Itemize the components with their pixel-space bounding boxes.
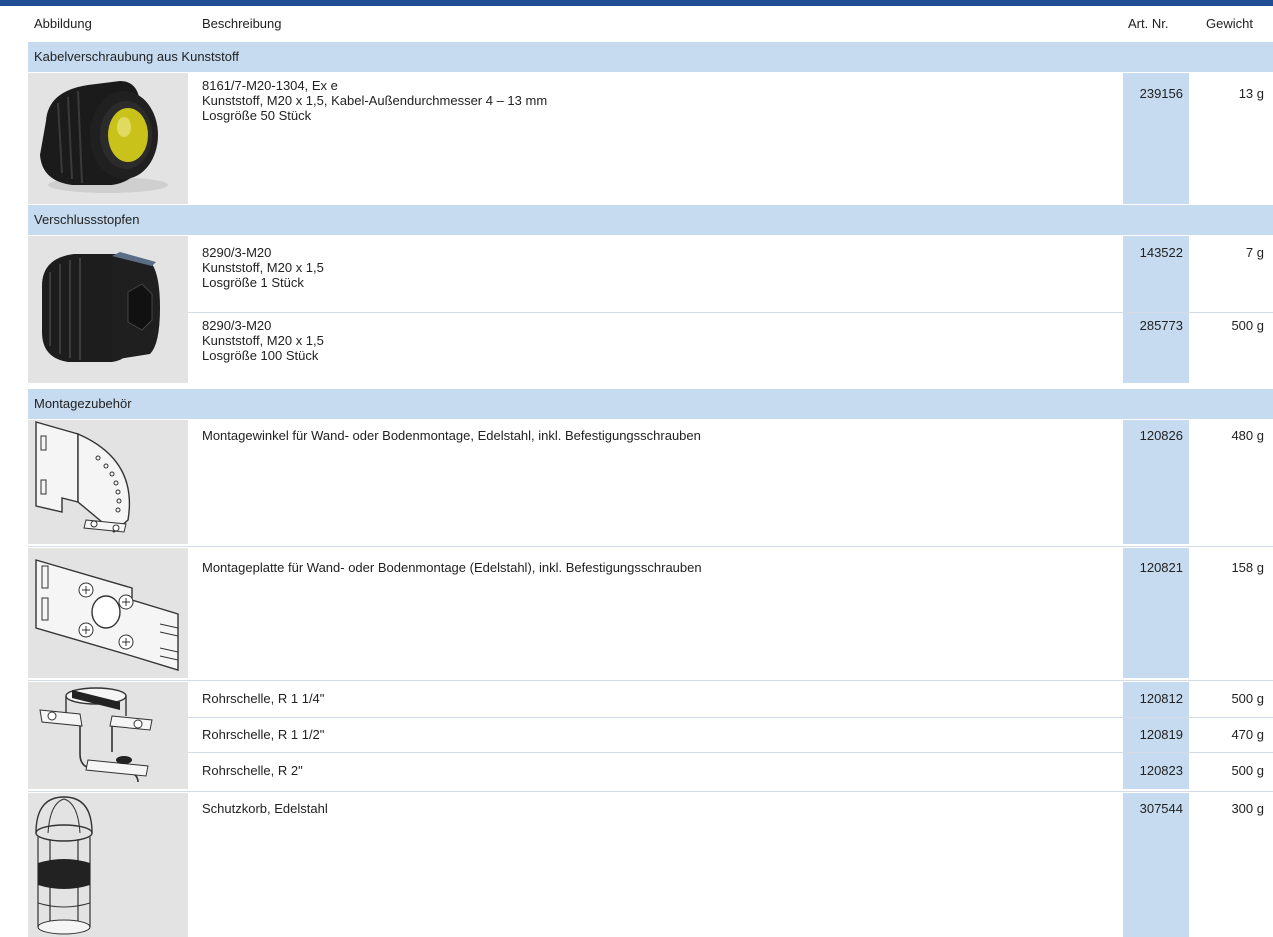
weight-value: 500 g (1231, 318, 1264, 333)
header-weight-column: Gewicht (1206, 16, 1253, 31)
description-line: Rohrschelle, R 1 1/2" (202, 727, 325, 742)
description-line: Losgröße 50 Stück (202, 108, 312, 123)
description-line: Rohrschelle, R 1 1/4" (202, 691, 325, 706)
weight-value: 158 g (1231, 560, 1264, 575)
description-mounting-bracket: Montagewinkel für Wand- oder Bodenmontag… (202, 428, 701, 443)
description-line: Rohrschelle, R 2" (202, 763, 303, 778)
description-line: Losgröße 1 Stück (202, 275, 304, 290)
row-separator (188, 752, 1273, 753)
row-separator (188, 312, 1273, 313)
description-pipe-clamp-1: Rohrschelle, R 1 1/4" (202, 691, 324, 706)
description-line: Kunststoff, M20 x 1,5 (202, 333, 324, 348)
description-line: Schutzkorb, Edelstahl (202, 801, 328, 816)
mounting-bracket-image (28, 420, 188, 544)
art-nr-value: 120823 (1139, 763, 1183, 778)
weight-value: 500 g (1231, 691, 1264, 706)
top-bar (0, 0, 1273, 6)
section-header-montagezubehoer: Montagezubehör (28, 389, 1273, 419)
description-mounting-plate: Montageplatte für Wand- oder Bodenmontag… (202, 560, 702, 575)
description-line: Montagewinkel für Wand- oder Bodenmontag… (202, 428, 701, 443)
header-description-column: Beschreibung (202, 16, 282, 31)
sealing-plug-image (28, 236, 188, 383)
art-nr-value: 120812 (1139, 691, 1183, 706)
description-sealing-plug-100: 8290/3-M20 Kunststoff, M20 x 1,5 Losgröß… (202, 318, 324, 363)
mounting-plate-image (28, 548, 188, 678)
art-nr-value: 120826 (1139, 428, 1183, 443)
weight-value: 13 g (1238, 86, 1264, 101)
art-nr-value: 143522 (1139, 245, 1183, 260)
weight-value: 470 g (1231, 727, 1264, 742)
header-art-nr-column: Art. Nr. (1128, 16, 1169, 31)
art-nr-value: 285773 (1139, 318, 1183, 333)
protective-basket-image (28, 793, 188, 937)
description-line: Kunststoff, M20 x 1,5 (202, 260, 324, 275)
row-separator (28, 680, 1273, 681)
description-line: 8290/3-M20 (202, 318, 272, 333)
description-pipe-clamp-3: Rohrschelle, R 2" (202, 763, 303, 778)
art-nr-value: 120821 (1139, 560, 1183, 575)
weight-value: 300 g (1231, 801, 1264, 816)
description-protective-basket: Schutzkorb, Edelstahl (202, 801, 328, 816)
header-image-column: Abbildung (34, 16, 92, 31)
section-header-kabelverschraubung: Kabelverschraubung aus Kunststoff (28, 42, 1273, 72)
art-nr-value: 120819 (1139, 727, 1183, 742)
description-line: Kunststoff, M20 x 1,5, Kabel-Außendurchm… (202, 93, 548, 108)
description-sealing-plug-1: 8290/3-M20 Kunststoff, M20 x 1,5 Losgröß… (202, 245, 324, 290)
art-nr-value: 239156 (1139, 86, 1183, 101)
description-line: Losgröße 100 Stück (202, 348, 319, 363)
description-line: 8161/7-M20-1304, Ex e (202, 78, 338, 93)
row-separator (188, 717, 1273, 718)
description-cable-gland: 8161/7-M20-1304, Ex e Kunststoff, M20 x … (202, 78, 547, 123)
pipe-clamp-image (28, 682, 188, 789)
art-nr-value: 307544 (1139, 801, 1183, 816)
description-pipe-clamp-2: Rohrschelle, R 1 1/2" (202, 727, 324, 742)
description-line: 8290/3-M20 (202, 245, 272, 260)
section-header-verschlussstopfen: Verschlussstopfen (28, 205, 1273, 235)
row-separator (28, 546, 1273, 547)
row-separator (28, 791, 1273, 792)
cable-gland-image (28, 73, 188, 204)
weight-value: 500 g (1231, 763, 1264, 778)
weight-value: 480 g (1231, 428, 1264, 443)
description-line: Montageplatte für Wand- oder Bodenmontag… (202, 560, 702, 575)
weight-value: 7 g (1245, 245, 1264, 260)
